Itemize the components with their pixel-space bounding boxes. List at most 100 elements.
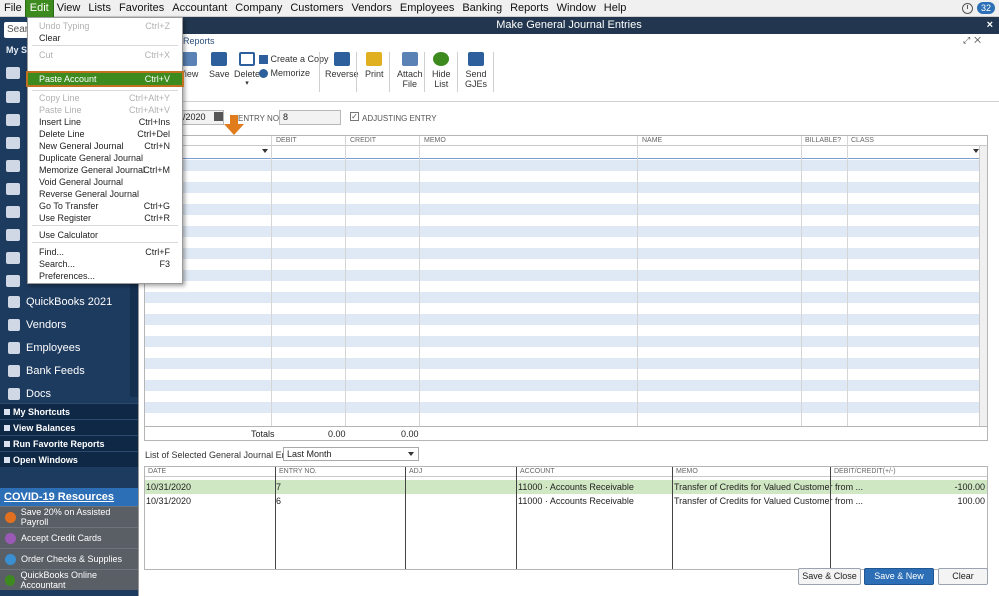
print-button[interactable]: Print [365, 52, 384, 79]
menu-item-duplicate-general-journal[interactable]: Duplicate General Journal [28, 152, 182, 164]
menu-item-find[interactable]: Find... Ctrl+F [28, 246, 182, 258]
reports-icon [4, 440, 10, 447]
menu-item-preferences[interactable]: Preferences... [28, 270, 182, 282]
toolbar-separator [424, 52, 425, 92]
balances-icon [4, 424, 10, 431]
nav-search-input[interactable]: Searc [4, 22, 28, 38]
reverse-button[interactable]: Reverse [325, 52, 359, 79]
clear-button[interactable]: Clear [938, 568, 988, 585]
promo-assisted-payroll[interactable]: Save 20% on Assisted Payroll [0, 506, 138, 527]
search-icon[interactable] [6, 252, 20, 264]
menu-item-paste-account[interactable]: Paste Account Ctrl+V [26, 71, 184, 87]
menu-item-search[interactable]: Search... F3 [28, 258, 182, 270]
menu-item-label: Reverse General Journal [39, 189, 140, 199]
list-label: List of Selected General Journal Entries… [145, 450, 307, 460]
clock-icon[interactable] [961, 2, 973, 14]
bill-icon[interactable] [6, 206, 20, 218]
tab-reports[interactable]: Reports [183, 36, 215, 46]
house-icon[interactable] [6, 137, 20, 149]
income-icon[interactable] [6, 183, 20, 195]
list-row[interactable]: 10/31/2020 6 11000 · Accounts Receivable… [145, 494, 987, 508]
menu-window[interactable]: Window [553, 0, 600, 17]
contacts-icon[interactable] [6, 275, 20, 287]
promo-qbo-accountant[interactable]: QuickBooks Online Accountant [0, 569, 138, 590]
menu-item-reverse-general-journal[interactable]: Reverse General Journal [28, 188, 182, 200]
nav-item-docs[interactable]: Docs [0, 383, 130, 405]
menu-item-shortcut: Ctrl+G [143, 201, 170, 211]
menu-accountant[interactable]: Accountant [168, 0, 231, 17]
save-new-button[interactable]: Save & New [864, 568, 934, 585]
menu-item-shortcut: Ctrl+V [144, 74, 170, 84]
adjusting-entry-checkbox[interactable]: ✓ [350, 112, 359, 121]
nav-item-bank-feeds[interactable]: Bank Feeds [0, 360, 130, 382]
account-dropdown-icon[interactable] [262, 149, 268, 153]
grid-divider [271, 136, 272, 426]
menu-item-use-register[interactable]: Use Register Ctrl+R [28, 212, 182, 224]
section-run-favorite-reports[interactable]: Run Favorite Reports [0, 435, 138, 451]
menu-item-go-to-transfer[interactable]: Go To Transfer Ctrl+G [28, 200, 182, 212]
menu-separator [32, 225, 178, 226]
entry-no-field[interactable]: 8 [279, 110, 341, 125]
toolbar-separator [319, 52, 320, 92]
list-filter-select[interactable]: Last Month [283, 447, 419, 461]
menu-edit[interactable]: Edit [24, 0, 54, 18]
menu-item-new-general-journal[interactable]: New General Journal Ctrl+N [28, 140, 182, 152]
menu-company[interactable]: Company [231, 0, 286, 17]
menu-employees[interactable]: Employees [396, 0, 458, 17]
send-icon [468, 52, 484, 66]
menu-help[interactable]: Help [600, 0, 631, 17]
docs-icon [8, 388, 20, 400]
menu-favorites[interactable]: Favorites [115, 0, 168, 17]
menu-customers[interactable]: Customers [286, 0, 347, 17]
section-view-balances[interactable]: View Balances [0, 419, 138, 435]
toolbar-separator [493, 52, 494, 92]
grid-scrollbar[interactable] [979, 146, 987, 426]
print-icon [366, 52, 383, 66]
x-icon [239, 52, 255, 66]
window-controls[interactable]: ⤢✕ [963, 35, 985, 46]
list-row[interactable]: 10/31/2020 7 11000 · Accounts Receivable… [145, 480, 987, 494]
menu-reports[interactable]: Reports [506, 0, 553, 17]
vendors-icon [8, 319, 20, 331]
menu-item-delete-line[interactable]: Delete Line Ctrl+Del [28, 128, 182, 140]
edit-menu: Undo Typing Ctrl+Z Clear Cut Ctrl+X Paste Acc… [26, 17, 184, 284]
menu-file[interactable]: File [0, 0, 26, 17]
nav-item-employees[interactable]: Employees [0, 337, 130, 359]
snapshot-icon[interactable] [6, 114, 20, 126]
hide-list-button[interactable]: Hide List [432, 52, 451, 89]
attach-file-button[interactable]: Attach File [397, 52, 423, 89]
menu-vendors[interactable]: Vendors [348, 0, 396, 17]
menu-view[interactable]: View [53, 0, 85, 17]
col-debit: DEBIT [276, 137, 297, 144]
notification-badge[interactable]: 32 [976, 2, 995, 14]
total-credit: 0.00 [401, 429, 419, 439]
menu-item-void-general-journal[interactable]: Void General Journal [28, 176, 182, 188]
entries-list: DATE ENTRY NO. ADJ ACCOUNT MEMO DEBIT/CR… [144, 466, 988, 570]
memorize-button[interactable]: Memorize [259, 68, 310, 79]
close-icon[interactable]: × [987, 17, 993, 34]
nav-item-vendors[interactable]: Vendors [0, 314, 130, 336]
calendar-icon[interactable] [6, 91, 20, 103]
home-icon[interactable] [6, 67, 20, 79]
menu-item-insert-line[interactable]: Insert Line Ctrl+Ins [28, 116, 182, 128]
section-open-windows[interactable]: Open Windows [0, 451, 138, 467]
section-my-shortcuts[interactable]: My Shortcuts [0, 403, 138, 419]
save-close-button[interactable]: Save & Close [798, 568, 861, 585]
menu-lists[interactable]: Lists [84, 0, 115, 17]
covid-resources-link[interactable]: COVID-19 Resources [0, 488, 138, 506]
menu-item-shortcut: Ctrl+M [143, 165, 170, 175]
menu-item-clear[interactable]: Clear [28, 32, 182, 44]
customers-icon[interactable] [6, 229, 20, 241]
menu-banking[interactable]: Banking [458, 0, 506, 17]
delete-button[interactable]: Delete ▾ [234, 52, 260, 87]
checks-icon [5, 553, 16, 565]
chart-icon[interactable] [6, 160, 20, 172]
save-button[interactable]: Save [209, 52, 230, 79]
nav-item-quickbooks-2021[interactable]: QuickBooks 2021 [0, 291, 130, 313]
promo-order-checks[interactable]: Order Checks & Supplies [0, 548, 138, 569]
menu-item-memorize-general-journal[interactable]: Memorize General Journal Ctrl+M [28, 164, 182, 176]
send-gjes-button[interactable]: Send GJEs [465, 52, 487, 89]
menu-item-use-calculator[interactable]: Use Calculator [28, 229, 182, 241]
col-debit-credit: DEBIT/CREDIT(+/-) [834, 468, 896, 475]
promo-credit-cards[interactable]: Accept Credit Cards [0, 527, 138, 548]
